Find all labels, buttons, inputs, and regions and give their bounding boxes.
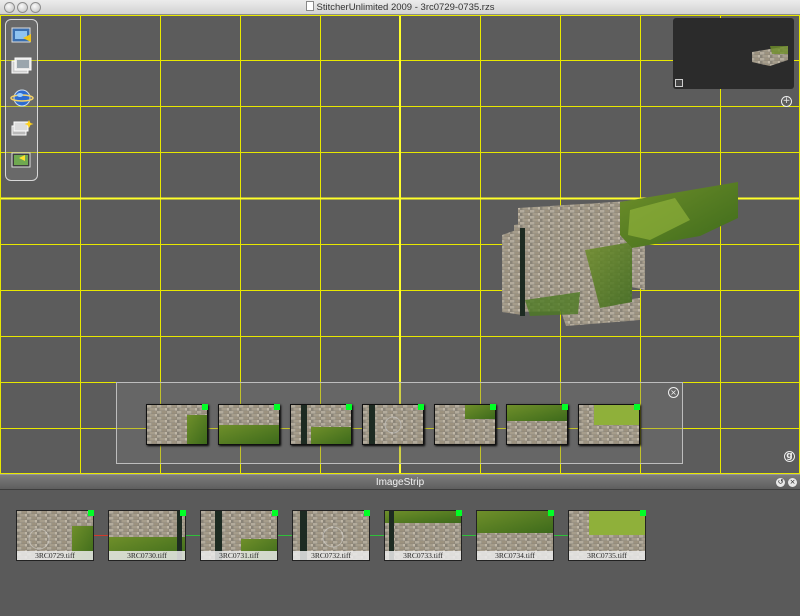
overlay-thumbnail[interactable] xyxy=(146,404,208,445)
match-dot xyxy=(364,510,370,516)
resize-corner-icon[interactable] xyxy=(675,79,683,87)
close-panel-button[interactable]: × xyxy=(788,478,797,487)
window-title-container: StitcherUnlimited 2009 - 3rc0729-0735.rz… xyxy=(0,1,800,13)
overlay-thumbnail[interactable] xyxy=(434,404,496,445)
panorama-preview xyxy=(502,182,738,326)
image-strip-header: ImageStrip ↺ × xyxy=(0,474,800,490)
link-line xyxy=(186,535,200,536)
match-dot xyxy=(272,510,278,516)
match-dot xyxy=(634,404,640,410)
match-dot xyxy=(180,510,186,516)
image-strip-item[interactable]: 3RC0732.tiff xyxy=(292,510,370,561)
image-filename: 3RC0730.tiff xyxy=(109,551,185,560)
overlay-thumbnail[interactable] xyxy=(578,404,640,445)
import-images-icon[interactable] xyxy=(9,24,35,48)
overlay-thumbnail[interactable] xyxy=(362,404,424,445)
stitch-magic-icon[interactable] xyxy=(9,117,35,141)
grid-toggle-button[interactable]: g xyxy=(784,451,795,462)
image-strip-item[interactable]: 3RC0731.tiff xyxy=(200,510,278,561)
tool-palette xyxy=(5,19,38,181)
image-strip-item[interactable]: 3RC0729.tiff xyxy=(16,510,94,561)
match-dot xyxy=(456,510,462,516)
image-filename: 3RC0733.tiff xyxy=(385,551,461,560)
match-dot xyxy=(346,404,352,410)
image-filename: 3RC0732.tiff xyxy=(293,551,369,560)
image-filename: 3RC0731.tiff xyxy=(201,551,277,560)
match-dot xyxy=(640,510,646,516)
match-dot xyxy=(88,510,94,516)
match-dot xyxy=(202,404,208,410)
image-strip-title: ImageStrip xyxy=(375,477,425,488)
image-list-icon[interactable] xyxy=(9,55,35,79)
sphere-render-icon[interactable] xyxy=(9,86,35,110)
document-icon xyxy=(305,1,314,11)
image-strip-item[interactable]: 3RC0730.tiff xyxy=(108,510,186,561)
close-overlay-button[interactable]: × xyxy=(668,387,679,398)
match-dot xyxy=(418,404,424,410)
image-strip: 3RC0729.tiff 3RC0730.tiff 3RC0731.tiff 3… xyxy=(0,490,800,616)
overlay-thumbnail-strip: × xyxy=(116,382,683,464)
image-strip-item[interactable]: 3RC0733.tiff xyxy=(384,510,462,561)
match-dot xyxy=(274,404,280,410)
image-filename: 3RC0734.tiff xyxy=(477,551,553,560)
link-line xyxy=(554,535,568,536)
image-filename: 3RC0735.tiff xyxy=(569,551,645,560)
link-line xyxy=(278,535,292,536)
link-line xyxy=(94,535,108,536)
link-line xyxy=(462,535,476,536)
match-dot xyxy=(562,404,568,410)
navigator-preview xyxy=(752,46,788,66)
stitch-canvas[interactable]: + × g xyxy=(0,15,800,474)
navigator-panel[interactable] xyxy=(673,18,794,89)
overlay-thumbnail[interactable] xyxy=(290,404,352,445)
export-render-icon[interactable] xyxy=(9,148,35,172)
match-dot xyxy=(548,510,554,516)
title-bar: StitcherUnlimited 2009 - 3rc0729-0735.rz… xyxy=(0,0,800,15)
image-strip-item[interactable]: 3RC0735.tiff xyxy=(568,510,646,561)
overlay-thumbnail[interactable] xyxy=(506,404,568,445)
match-dot xyxy=(490,404,496,410)
zoom-in-icon[interactable]: + xyxy=(781,96,792,107)
link-line xyxy=(370,535,384,536)
image-strip-item[interactable]: 3RC0734.tiff xyxy=(476,510,554,561)
image-filename: 3RC0729.tiff xyxy=(17,551,93,560)
detach-panel-button[interactable]: ↺ xyxy=(776,478,785,487)
overlay-thumbnail[interactable] xyxy=(218,404,280,445)
window-title: StitcherUnlimited 2009 - 3rc0729-0735.rz… xyxy=(316,2,495,13)
